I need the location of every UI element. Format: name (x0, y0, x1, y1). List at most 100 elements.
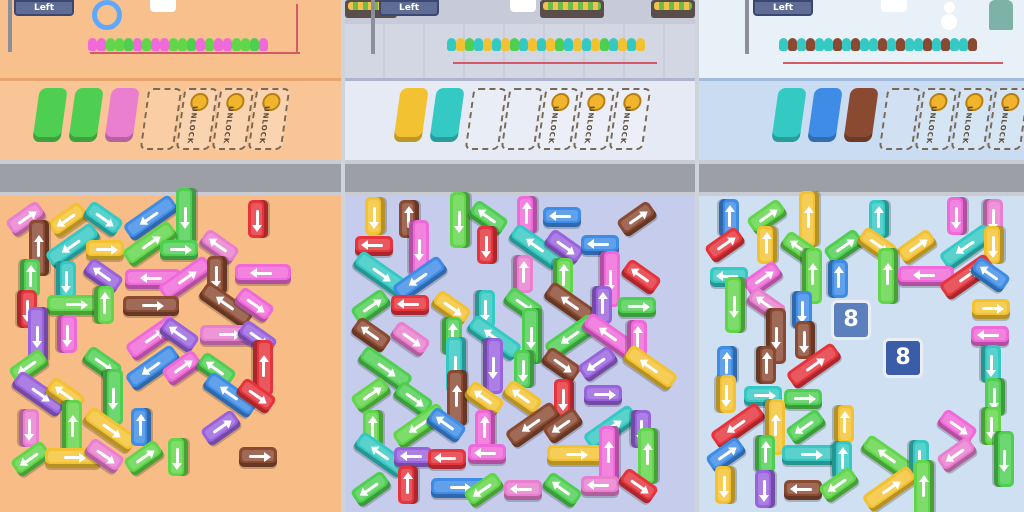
direction-sign-text: Left (33, 3, 55, 13)
bus-car[interactable] (784, 407, 828, 447)
direction-arrow-icon (763, 480, 767, 499)
bus-car[interactable] (542, 206, 581, 227)
snowman-head (944, 2, 955, 13)
passenger (932, 38, 941, 51)
bus-car[interactable] (757, 225, 778, 264)
direction-sign: Left (379, 0, 439, 16)
direction-arrow-icon (589, 357, 607, 371)
bus-car[interactable] (167, 438, 188, 477)
bus-car[interactable] (716, 375, 737, 414)
bus-car[interactable] (199, 408, 243, 447)
direction-arrow-icon (530, 326, 534, 345)
unlock-label: UNLOCK (185, 106, 199, 145)
bus-car[interactable] (364, 197, 385, 236)
bus-car[interactable] (462, 470, 506, 509)
bus-car[interactable] (94, 286, 115, 325)
bus-car[interactable] (247, 199, 268, 238)
bus-car[interactable] (234, 264, 291, 285)
bus-car[interactable] (615, 200, 658, 239)
direction-arrow-icon (886, 267, 890, 286)
bus-car[interactable] (546, 444, 603, 465)
passenger (142, 38, 151, 51)
passenger (833, 38, 842, 51)
bus-car[interactable] (783, 479, 822, 500)
bus-car[interactable] (239, 446, 278, 467)
bus-car[interactable] (703, 225, 747, 264)
direction-arrow-icon (606, 445, 610, 464)
bus-car[interactable] (784, 389, 823, 410)
passenger (959, 38, 968, 51)
bus-car[interactable] (756, 346, 777, 385)
bus-car[interactable] (972, 298, 1011, 319)
bus-car[interactable] (617, 297, 656, 318)
bus-car[interactable] (994, 431, 1015, 488)
bus-car[interactable] (619, 257, 662, 297)
bus-car[interactable] (18, 408, 39, 447)
direction-arrow-icon (636, 329, 640, 348)
bus-car[interactable] (476, 225, 497, 264)
bus-car[interactable] (159, 239, 198, 260)
passenger (582, 38, 591, 51)
bus-car[interactable] (833, 405, 854, 444)
bus-car[interactable] (598, 426, 619, 483)
direction-arrow-icon (473, 448, 496, 459)
direction-arrow-icon (732, 296, 736, 315)
passenger (618, 38, 627, 51)
direction-arrow-icon (144, 360, 162, 374)
direction-arrow-icon (876, 210, 880, 229)
bus-car[interactable] (715, 465, 736, 504)
bus-car[interactable] (122, 295, 179, 316)
passenger (250, 38, 259, 51)
bus-car[interactable] (581, 476, 620, 497)
direction-arrow-icon (725, 356, 729, 375)
bus-car[interactable] (936, 407, 979, 446)
bus-car[interactable] (393, 446, 432, 467)
bus-car[interactable] (914, 459, 935, 512)
direction-arrow-icon (789, 483, 812, 494)
passenger (950, 38, 959, 51)
bus-car[interactable] (349, 287, 393, 326)
bus-car[interactable] (349, 469, 393, 509)
direction-arrow-icon (627, 305, 646, 309)
direction-arrow-icon (66, 325, 70, 344)
passenger (869, 38, 878, 51)
passenger (97, 38, 106, 51)
bus-car[interactable] (781, 444, 838, 465)
bus-car[interactable] (503, 479, 542, 500)
bus-car[interactable] (86, 239, 125, 260)
bus-car[interactable] (427, 448, 466, 469)
bus-car[interactable] (817, 466, 861, 505)
bus-car[interactable] (584, 384, 623, 405)
bus-car[interactable] (724, 277, 745, 334)
direction-arrow-icon (177, 271, 195, 285)
direction-arrow-icon (29, 268, 33, 287)
bus-car[interactable] (947, 196, 968, 235)
bus-car[interactable] (398, 465, 419, 504)
bus-car[interactable] (795, 320, 816, 359)
bus-car[interactable] (755, 435, 776, 474)
direction-arrow-icon (215, 265, 219, 284)
bus-car[interactable] (391, 295, 429, 316)
direction-arrow-icon (600, 296, 604, 315)
bus-car[interactable] (935, 436, 979, 475)
direction-arrow-icon (554, 418, 571, 432)
bus-car[interactable] (388, 319, 432, 358)
bus-car[interactable] (540, 470, 584, 509)
bus-car[interactable] (971, 326, 1010, 347)
bus-car[interactable] (828, 260, 849, 299)
bus-car[interactable] (449, 191, 470, 248)
passenger (860, 38, 869, 51)
bus-car[interactable] (474, 409, 495, 448)
bus-car[interactable] (467, 444, 506, 465)
bus-car[interactable] (130, 408, 151, 447)
bus-car[interactable] (57, 315, 78, 354)
bus-car[interactable] (56, 260, 77, 299)
passenger (878, 38, 887, 51)
direction-arrow-icon (142, 210, 160, 224)
bus-car[interactable] (176, 188, 197, 245)
bus-car[interactable] (878, 248, 899, 305)
bus-car[interactable] (620, 344, 679, 393)
bus-car[interactable] (895, 228, 939, 267)
bus-car[interactable] (483, 338, 504, 395)
bus-car[interactable] (755, 470, 776, 509)
